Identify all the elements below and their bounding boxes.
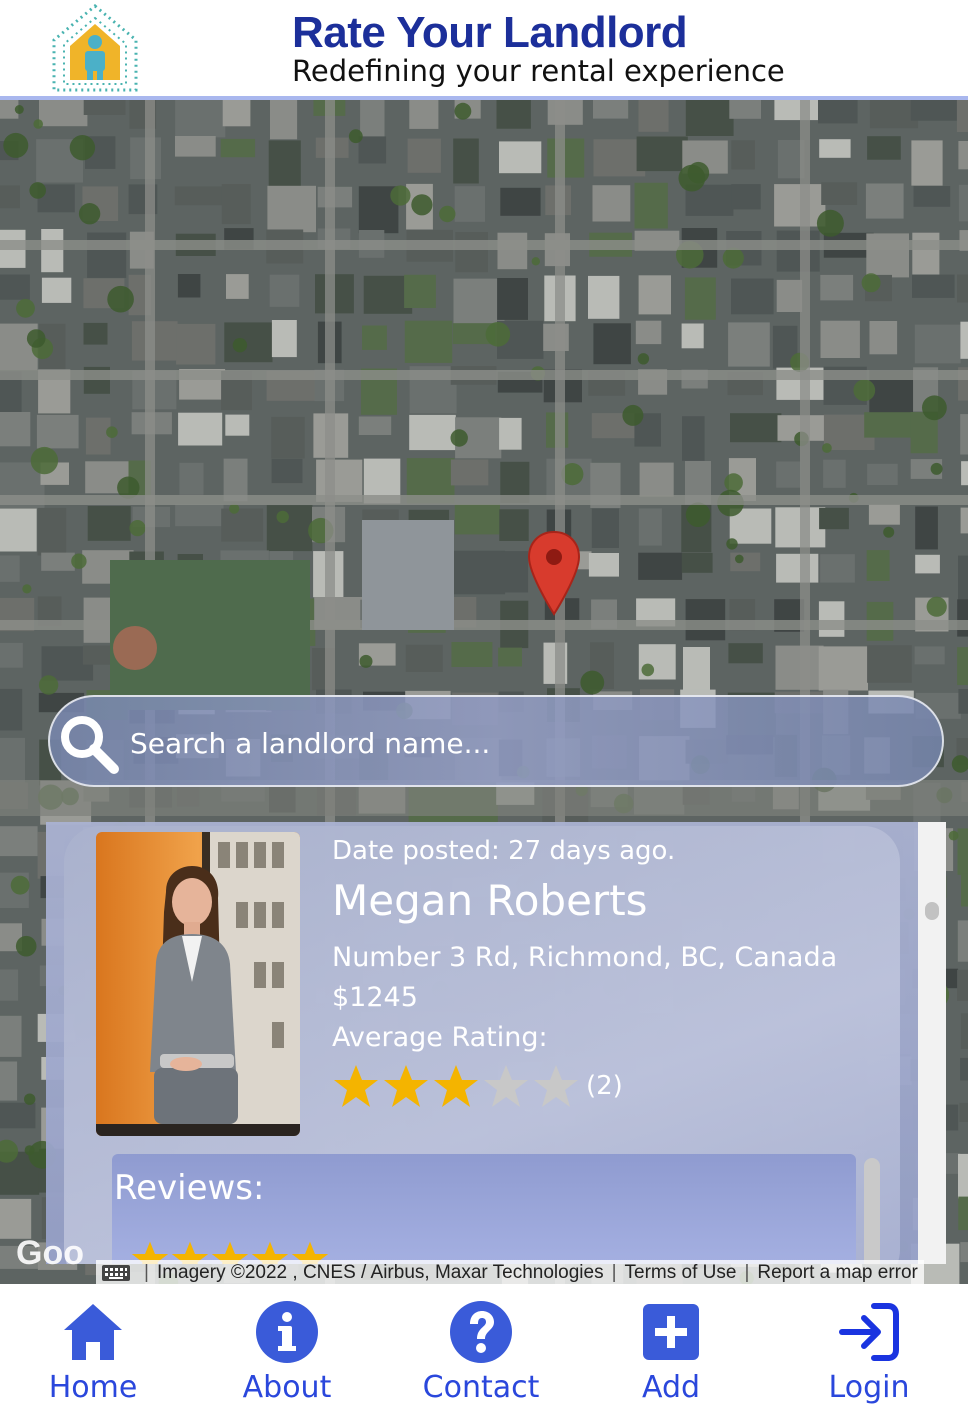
login-icon <box>839 1303 899 1361</box>
star-filled-icon <box>384 1065 428 1107</box>
app-header: Rate Your Landlord Redefining your renta… <box>0 0 968 100</box>
nav-login-label: Login <box>828 1370 910 1405</box>
star-empty-icon <box>484 1065 528 1107</box>
map-pin-icon[interactable] <box>527 530 581 616</box>
nav-home[interactable]: Home <box>18 1300 168 1405</box>
nav-home-label: Home <box>48 1370 138 1405</box>
app-title: Rate Your Landlord <box>292 8 688 57</box>
star-empty-icon <box>534 1065 578 1107</box>
star-filled-icon <box>434 1065 478 1107</box>
nav-add[interactable]: Add <box>596 1300 746 1405</box>
attribution-separator: | <box>744 1262 750 1283</box>
satellite-map[interactable]: Date posted: 27 days ago. Megan Roberts … <box>0 100 968 1284</box>
attribution-separator: | <box>611 1262 617 1283</box>
keyboard-icon[interactable] <box>102 1265 130 1281</box>
report-map-error-link[interactable]: Report a map error <box>757 1262 918 1284</box>
search-input[interactable] <box>128 717 912 769</box>
landlord-card[interactable]: Date posted: 27 days ago. Megan Roberts … <box>64 826 900 1264</box>
search-icon[interactable] <box>56 711 120 775</box>
rent-price: $1245 <box>332 982 418 1013</box>
landlord-address: Number 3 Rd, Richmond, BC, Canada <box>332 942 838 973</box>
search-bar[interactable] <box>48 695 944 787</box>
date-posted: Date posted: 27 days ago. <box>332 836 676 866</box>
average-rating-stars: (2) <box>332 1062 623 1110</box>
reviews-section[interactable]: Reviews: <box>112 1154 856 1264</box>
logo-house-icon[interactable] <box>50 2 140 94</box>
landlord-name[interactable]: Megan Roberts <box>332 876 648 925</box>
terms-link[interactable]: Terms of Use <box>625 1262 737 1284</box>
listing-panel[interactable]: Date posted: 27 days ago. Megan Roberts … <box>46 822 946 1264</box>
nav-about-label: About <box>242 1370 332 1405</box>
home-icon <box>64 1304 122 1360</box>
nav-about[interactable]: About <box>212 1300 362 1405</box>
panel-scrollbar[interactable] <box>918 822 946 1264</box>
attribution-separator: | <box>144 1262 149 1283</box>
info-icon <box>256 1301 318 1363</box>
panel-scrollbar-thumb[interactable] <box>925 902 939 920</box>
imagery-credit: Imagery ©2022 , CNES / Airbus, Maxar Tec… <box>156 1262 604 1283</box>
average-rating-label: Average Rating: <box>332 1022 548 1053</box>
add-icon <box>643 1304 699 1360</box>
nav-contact-label: Contact <box>422 1370 540 1405</box>
app-subtitle: Redefining your rental experience <box>292 54 785 88</box>
star-filled-icon <box>334 1065 378 1107</box>
nav-add-label: Add <box>641 1370 701 1405</box>
reviews-heading: Reviews: <box>114 1168 265 1208</box>
nav-contact[interactable]: Contact <box>406 1300 556 1405</box>
nav-login[interactable]: Login <box>794 1300 944 1405</box>
rating-count: (2) <box>586 1071 623 1101</box>
bottom-nav: Home About Contact Add Login <box>0 1284 968 1424</box>
google-logo[interactable]: Goo <box>16 1234 84 1273</box>
reviews-scrollbar[interactable] <box>864 1158 880 1264</box>
help-icon <box>450 1301 512 1363</box>
landlord-photo <box>96 832 300 1136</box>
map-attribution: | Imagery ©2022 , CNES / Airbus, Maxar T… <box>96 1260 924 1284</box>
